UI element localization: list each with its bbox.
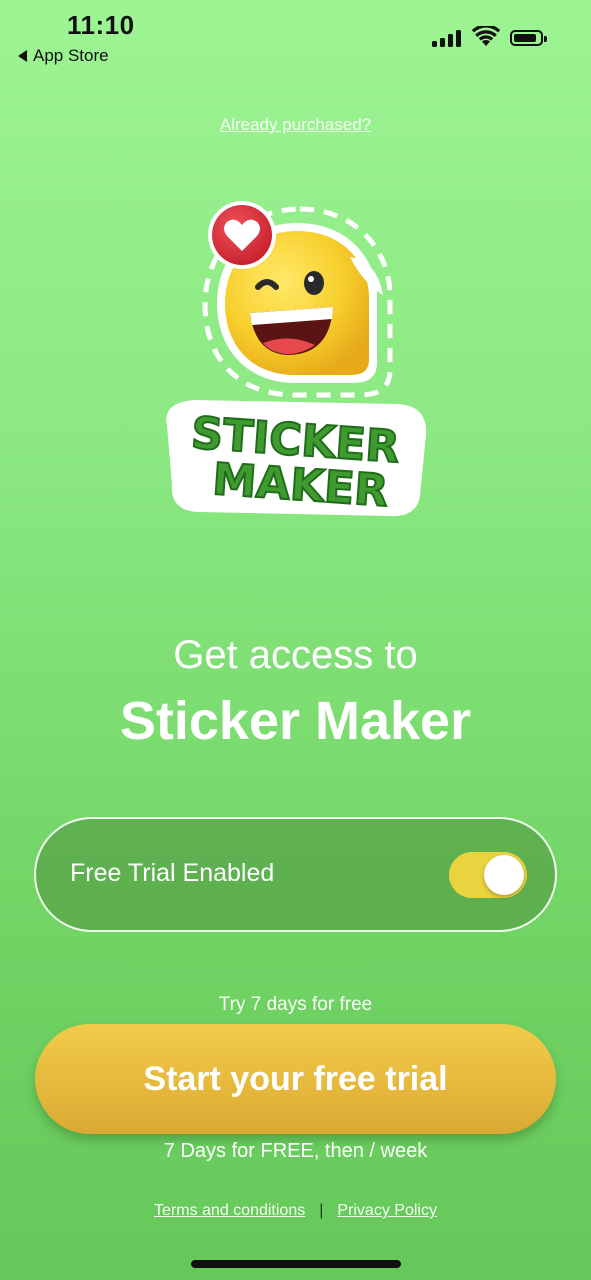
toggle-knob — [484, 855, 524, 895]
headline-app-name: Sticker Maker — [119, 691, 472, 751]
status-bar: 11:10 App Store — [0, 0, 591, 80]
privacy-link[interactable]: Privacy Policy — [337, 1202, 437, 1220]
headline-intro: Get access to — [173, 633, 418, 677]
back-to-app-store-button[interactable]: App Store — [18, 46, 109, 66]
already-purchased-link[interactable]: Already purchased? — [0, 115, 591, 135]
legal-links: Terms and conditions | Privacy Policy — [0, 1202, 591, 1220]
free-trial-card: Free Trial Enabled — [34, 817, 557, 932]
back-label: App Store — [33, 46, 109, 65]
wifi-icon — [472, 26, 500, 46]
free-trial-label: Free Trial Enabled — [70, 859, 275, 887]
status-time: 11:10 — [67, 10, 135, 40]
legal-separator: | — [319, 1202, 324, 1219]
battery-icon — [510, 30, 547, 46]
cellular-signal-icon — [432, 29, 461, 47]
sticker-maker-logo: STICKER MAKER — [166, 201, 427, 518]
free-trial-toggle[interactable] — [449, 852, 527, 898]
home-indicator[interactable] — [191, 1260, 401, 1268]
back-arrow-icon — [18, 50, 27, 62]
try-free-text: Try 7 days for free — [218, 994, 373, 1015]
terms-link[interactable]: Terms and conditions — [154, 1202, 305, 1220]
price-terms-text: 7 Days for FREE, then / week — [163, 1140, 428, 1162]
start-free-trial-button[interactable]: Start your free trial — [35, 1024, 556, 1134]
